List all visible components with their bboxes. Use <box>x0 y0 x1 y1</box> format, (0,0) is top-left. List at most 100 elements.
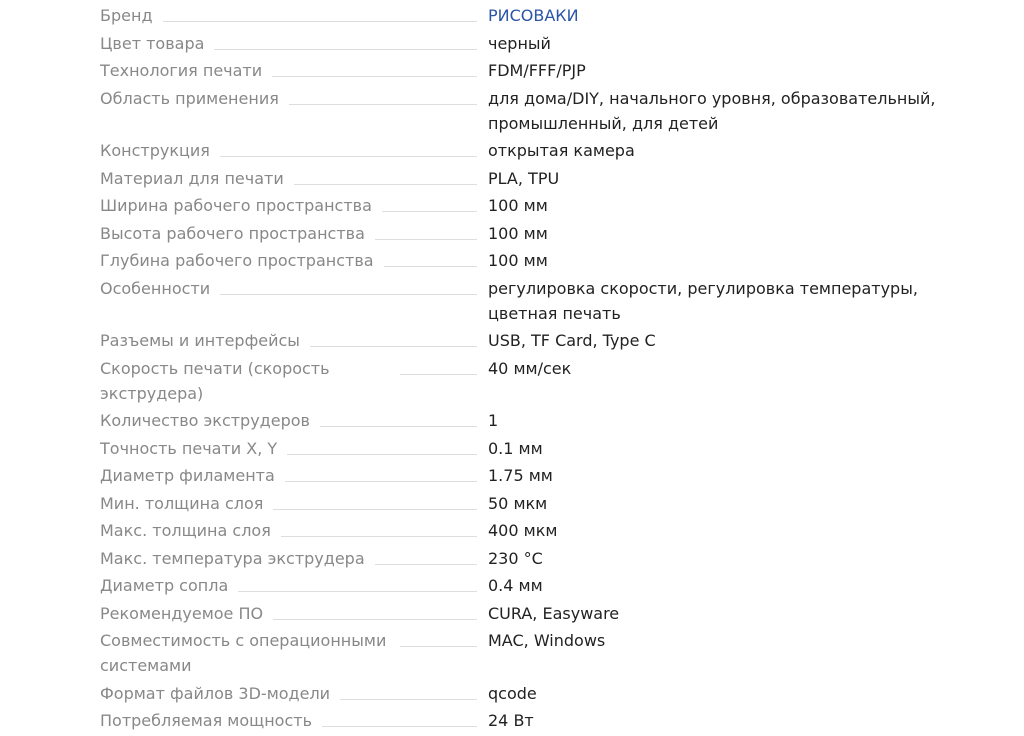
spec-value: 100 мм <box>488 196 548 215</box>
spec-label-cell: Макс. температура экструдера <box>100 546 477 571</box>
spec-value: CURA, Easyware <box>488 603 620 623</box>
dotted-leader <box>293 166 477 185</box>
dotted-leader <box>381 193 477 212</box>
spec-label: Количество экструдеров <box>100 411 310 430</box>
spec-label: Разъемы и интерфейсы <box>100 331 300 350</box>
dotted-leader <box>340 681 477 700</box>
spec-label: Потребляемая мощность <box>100 711 313 730</box>
spec-row-work-depth: Глубина рабочего пространства 100 мм <box>100 248 1000 273</box>
spec-row-features: Особенности регулировка скорости, регули… <box>100 276 1000 326</box>
spec-label-cell: Цвет товара <box>100 31 477 56</box>
dotted-leader <box>309 328 477 347</box>
spec-label: Совместимость с операционными системами <box>100 631 387 675</box>
spec-value: MAC, Windows <box>488 631 606 650</box>
dotted-leader <box>280 518 477 537</box>
spec-label-cell: Материал для печати <box>100 166 477 191</box>
spec-row-software: Рекомендуемое ПО CURA, Easyware <box>100 601 1000 626</box>
spec-value: черный <box>488 33 551 53</box>
spec-value: 50 мкм <box>488 493 548 513</box>
dotted-leader <box>374 221 477 240</box>
spec-value: 100 мм <box>488 251 548 270</box>
spec-row-print-speed: Скорость печати (скорость экструдера) 40… <box>100 356 1000 406</box>
spec-label: Макс. толщина слоя <box>100 521 271 540</box>
dotted-leader <box>383 248 477 267</box>
spec-row-nozzle-diameter: Диаметр сопла 0.4 мм <box>100 573 1000 598</box>
spec-value: FDM/FFF/PJP <box>488 61 586 80</box>
spec-value: qcode <box>488 683 537 703</box>
spec-label-cell: Мин. толщина слоя <box>100 491 477 516</box>
spec-row-work-height: Высота рабочего пространства 100 мм <box>100 221 1000 246</box>
dotted-leader <box>272 58 477 77</box>
spec-label-cell: Диаметр филамента <box>100 463 477 488</box>
dotted-leader <box>273 491 477 510</box>
spec-row-application-area: Область применения для дома/DIY, начальн… <box>100 86 1000 136</box>
product-specs-list: Бренд РИСОВАКИ Цвет товара черный Технол… <box>100 3 1000 736</box>
spec-label: Бренд <box>100 6 153 25</box>
spec-label-cell: Макс. толщина слоя <box>100 518 477 543</box>
spec-label-cell: Скорость печати (скорость экструдера) <box>100 356 477 406</box>
spec-label: Диаметр филамента <box>100 466 275 485</box>
spec-value: открытая камера <box>488 141 635 160</box>
dotted-leader <box>374 546 477 565</box>
spec-value: 24 Вт <box>488 711 534 730</box>
spec-value: 100 мм <box>488 223 548 243</box>
spec-row-construction: Конструкция открытая камера <box>100 138 1000 163</box>
spec-label: Глубина рабочего пространства <box>100 251 374 270</box>
dotted-leader <box>288 86 477 105</box>
spec-row-max-extruder-temp: Макс. температура экструдера 230 °C <box>100 546 1000 571</box>
spec-row-max-layer: Макс. толщина слоя 400 мкм <box>100 518 1000 543</box>
spec-value: 0.1 мм <box>488 438 543 458</box>
spec-label-cell: Особенности <box>100 276 477 301</box>
spec-row-power-consumption: Потребляемая мощность 24 Вт <box>100 708 1000 733</box>
spec-label: Ширина рабочего пространства <box>100 196 372 215</box>
spec-value: регулировка скорости, регулировка темпер… <box>488 278 918 323</box>
spec-label: Область применения <box>100 88 279 108</box>
spec-label-cell: Количество экструдеров <box>100 408 477 433</box>
dotted-leader <box>214 31 477 50</box>
spec-label-cell: Рекомендуемое ПО <box>100 601 477 626</box>
dotted-leader <box>238 573 477 592</box>
spec-row-extruder-count: Количество экструдеров 1 <box>100 408 1000 433</box>
spec-label: Рекомендуемое ПО <box>100 603 264 623</box>
spec-label-cell: Формат файлов 3D-модели <box>100 681 477 706</box>
spec-label-cell: Высота рабочего пространства <box>100 221 477 246</box>
spec-label-cell: Разъемы и интерфейсы <box>100 328 477 353</box>
dotted-leader <box>219 138 477 157</box>
spec-label: Точность печати X, Y <box>100 438 278 458</box>
spec-value: 40 мм/сек <box>488 358 572 378</box>
dotted-leader <box>220 276 477 295</box>
spec-row-work-width: Ширина рабочего пространства 100 мм <box>100 193 1000 218</box>
spec-label: Конструкция <box>100 141 210 160</box>
dotted-leader <box>319 408 477 427</box>
spec-label-cell: Глубина рабочего пространства <box>100 248 477 273</box>
spec-row-file-format: Формат файлов 3D-модели qcode <box>100 681 1000 706</box>
dotted-leader <box>287 436 477 455</box>
brand-link[interactable]: РИСОВАКИ <box>488 3 986 28</box>
spec-label-cell: Технология печати <box>100 58 477 83</box>
spec-value: 230 °C <box>488 548 543 568</box>
spec-value: 1.75 мм <box>488 466 553 485</box>
spec-value: PLA, TPU <box>488 168 560 188</box>
spec-label-cell: Ширина рабочего пространства <box>100 193 477 218</box>
dotted-leader <box>273 601 477 620</box>
spec-label: Материал для печати <box>100 168 284 188</box>
spec-label-cell: Область применения <box>100 86 477 111</box>
spec-label-cell: Диаметр сопла <box>100 573 477 598</box>
spec-label: Макс. температура экструдера <box>100 548 365 568</box>
spec-row-min-layer: Мин. толщина слоя 50 мкм <box>100 491 1000 516</box>
spec-label-cell: Совместимость с операционными системами <box>100 628 477 678</box>
spec-label: Технология печати <box>100 61 263 80</box>
spec-value: 0.4 мм <box>488 576 543 595</box>
spec-label: Скорость печати (скорость экструдера) <box>100 358 330 403</box>
dotted-leader <box>322 708 477 727</box>
spec-value: 400 мкм <box>488 521 558 540</box>
spec-label-cell: Потребляемая мощность <box>100 708 477 733</box>
spec-row-os-compatibility: Совместимость с операционными системами … <box>100 628 1000 678</box>
spec-row-print-material: Материал для печати PLA, TPU <box>100 166 1000 191</box>
spec-row-brand: Бренд РИСОВАКИ <box>100 3 1000 28</box>
spec-row-filament-diameter: Диаметр филамента 1.75 мм <box>100 463 1000 488</box>
spec-label: Цвет товара <box>100 33 205 53</box>
spec-label: Высота рабочего пространства <box>100 223 365 243</box>
spec-row-print-technology: Технология печати FDM/FFF/PJP <box>100 58 1000 83</box>
spec-row-print-accuracy: Точность печати X, Y 0.1 мм <box>100 436 1000 461</box>
